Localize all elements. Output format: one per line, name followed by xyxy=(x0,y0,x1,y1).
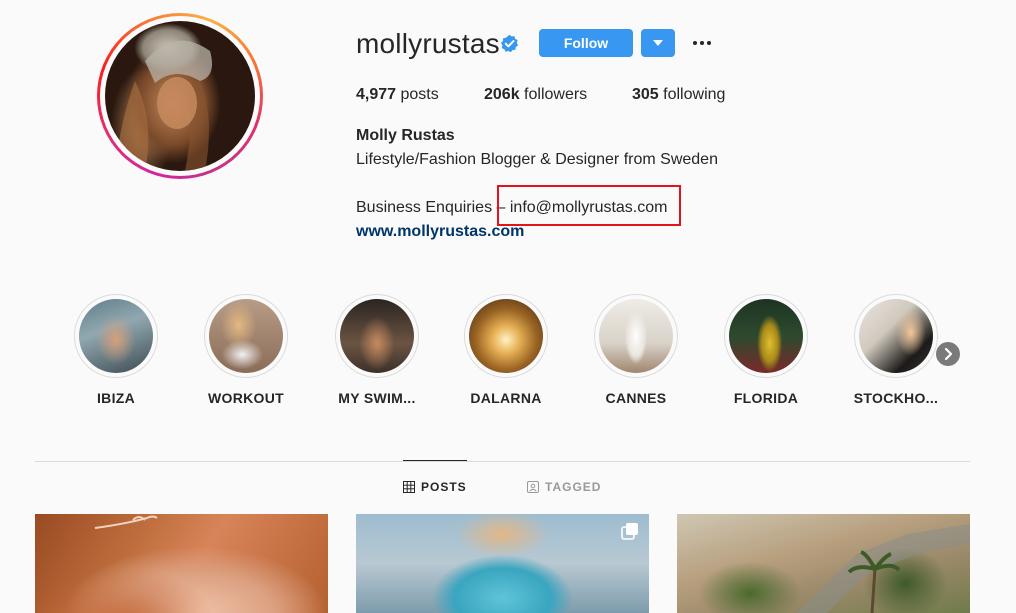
highlight-ibiza[interactable]: IBIZA xyxy=(61,294,171,406)
highlight-ring xyxy=(335,294,419,378)
highlight-label: CANNES xyxy=(605,390,667,406)
highlight-cannes[interactable]: CANNES xyxy=(581,294,691,406)
more-options-button[interactable] xyxy=(688,29,716,57)
highlight-dalarna[interactable]: DALARNA xyxy=(451,294,561,406)
highlight-ring xyxy=(854,294,938,378)
followers-count: 206k xyxy=(484,86,520,103)
highlight-label: DALARNA xyxy=(470,390,542,406)
profile-bio: Lifestyle/Fashion Blogger & Designer fro… xyxy=(356,151,718,168)
profile-full-name: Molly Rustas xyxy=(356,127,455,144)
posts-count: 4,977 xyxy=(356,86,397,103)
follow-button[interactable]: Follow xyxy=(539,29,633,57)
avatar-image xyxy=(115,40,213,171)
more-horizontal-icon xyxy=(693,41,711,45)
profile-username: mollyrustas xyxy=(356,28,500,59)
highlight-label: WORKOUT xyxy=(208,390,284,406)
followers-label: followers xyxy=(524,86,588,103)
tab-posts-label: POSTS xyxy=(421,480,467,494)
highlight-label: STOCKHO... xyxy=(853,390,939,406)
tagged-person-icon xyxy=(527,481,539,493)
post-thumbnail[interactable] xyxy=(356,514,649,613)
highlight-ring xyxy=(594,294,678,378)
highlight-thumbnail xyxy=(859,299,933,373)
followers-link[interactable]: 206k followers xyxy=(484,86,587,104)
highlight-thumbnail xyxy=(79,299,153,373)
following-label: following xyxy=(663,86,726,103)
highlight-thumbnail xyxy=(469,299,543,373)
multiple-photos-icon xyxy=(621,523,638,540)
highlight-workout[interactable]: WORKOUT xyxy=(191,294,301,406)
post-image xyxy=(797,524,970,613)
post-thumbnail[interactable] xyxy=(677,514,970,613)
highlight-label: MY SWIM... xyxy=(338,390,416,406)
highlight-ring xyxy=(464,294,548,378)
email-annotation-box xyxy=(497,185,681,226)
tabs-divider xyxy=(35,461,970,462)
chevron-down-icon xyxy=(653,40,663,46)
posts-stat: 4,977 posts xyxy=(356,86,439,104)
highlight-thumbnail xyxy=(209,299,283,373)
highlight-my-swim[interactable]: MY SWIM... xyxy=(322,294,432,406)
highlight-stockholm[interactable]: STOCKHO... xyxy=(841,294,951,406)
post-image xyxy=(94,515,158,529)
tab-tagged[interactable]: TAGGED xyxy=(527,480,601,494)
tab-posts[interactable]: POSTS xyxy=(403,480,467,494)
suggestions-dropdown-button[interactable] xyxy=(641,29,675,57)
following-link[interactable]: 305 following xyxy=(632,86,725,104)
grid-icon xyxy=(403,481,415,493)
highlight-florida[interactable]: FLORIDA xyxy=(711,294,821,406)
post-thumbnail[interactable] xyxy=(35,514,328,613)
highlights-next-button[interactable] xyxy=(936,342,960,366)
posts-label: posts xyxy=(400,86,439,103)
highlight-thumbnail xyxy=(340,299,414,373)
highlight-label: FLORIDA xyxy=(733,390,799,406)
chevron-right-icon xyxy=(944,347,953,361)
highlight-thumbnail xyxy=(729,299,803,373)
avatar-photo xyxy=(105,21,255,171)
profile-avatar[interactable] xyxy=(97,13,263,179)
verified-badge-icon xyxy=(500,34,519,53)
following-count: 305 xyxy=(632,86,659,103)
highlight-thumbnail xyxy=(599,299,673,373)
active-tab-indicator xyxy=(403,460,467,461)
highlight-ring xyxy=(724,294,808,378)
tab-tagged-label: TAGGED xyxy=(545,480,602,494)
highlight-label: IBIZA xyxy=(96,390,136,406)
highlight-ring xyxy=(74,294,158,378)
highlight-ring xyxy=(204,294,288,378)
